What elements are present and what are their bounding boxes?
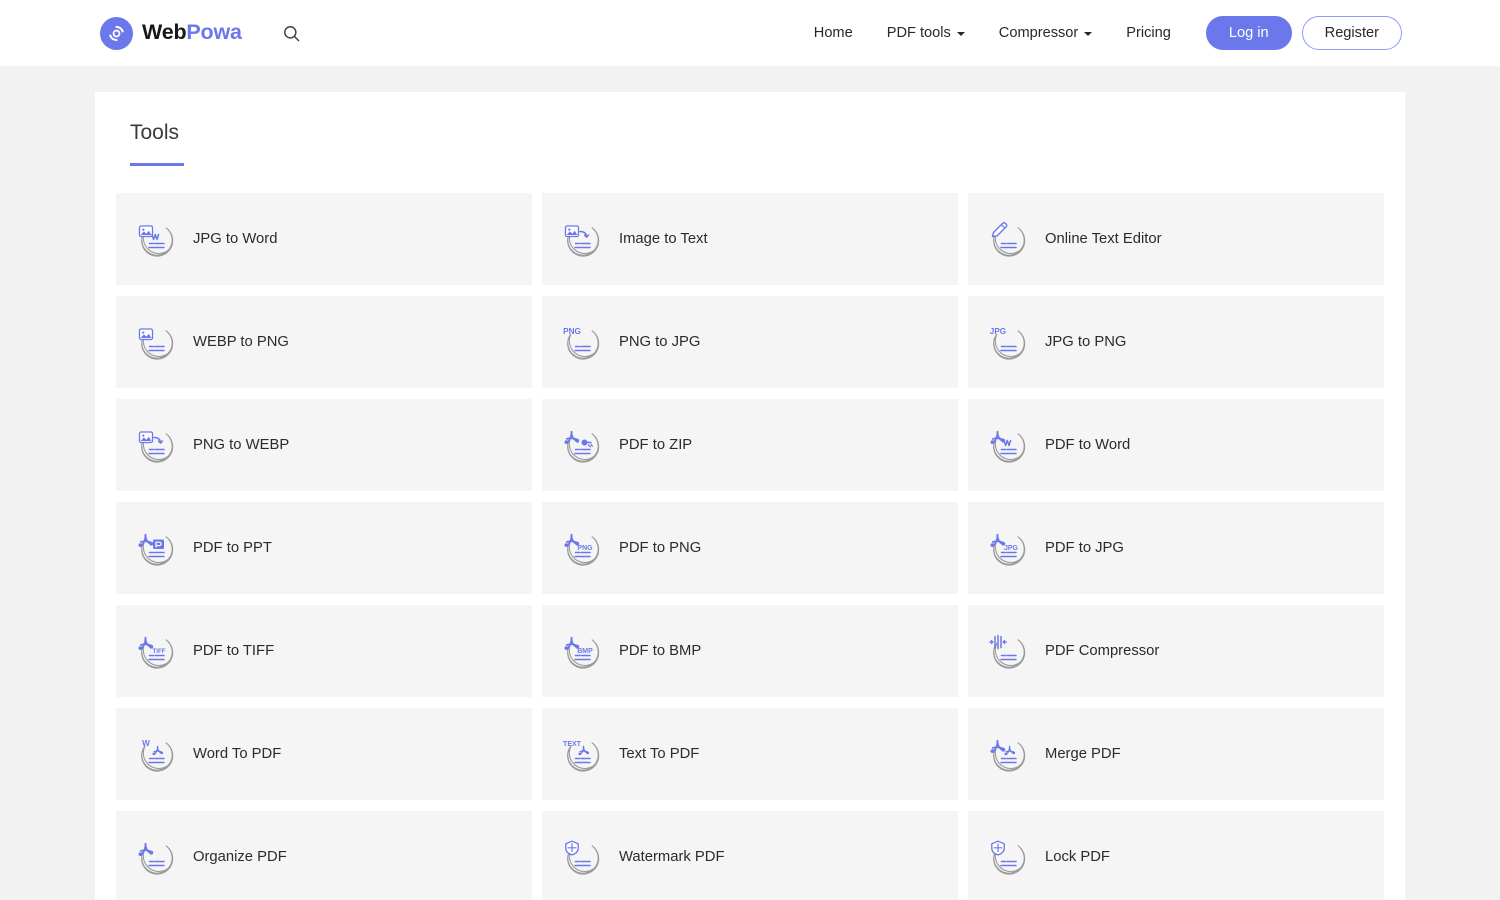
tool-card-text-to-pdf[interactable]: TEXT Text To PDF [542, 708, 958, 801]
pdf-to-ppt-icon [135, 526, 179, 570]
tool-card-label: PDF to JPG [1045, 540, 1124, 557]
tool-card-pdf-compressor[interactable]: PDF Compressor [968, 605, 1384, 698]
title-underline-accent [130, 163, 184, 167]
pdf-to-word-icon [987, 423, 1031, 467]
tool-card-merge-pdf[interactable]: Merge PDF [968, 708, 1384, 801]
tool-card-pdf-to-bmp[interactable]: BMP PDF to BMP [542, 605, 958, 698]
nav-pricing-label: Pricing [1126, 25, 1171, 41]
pdf-to-bmp-icon: BMP [561, 629, 605, 673]
svg-text:TEXT: TEXT [563, 741, 582, 748]
panel-heading-row: Tools [116, 114, 1384, 167]
watermark-pdf-icon [561, 835, 605, 879]
tool-card-label: PDF to Word [1045, 437, 1131, 454]
page-wrapper: Tools JPG to Word Image to Text Online Tex… [0, 66, 1500, 900]
tool-card-label: PNG to JPG [619, 334, 701, 351]
svg-text:BMP: BMP [577, 648, 593, 655]
nav-pdf-tools-label: PDF tools [886, 25, 951, 41]
page-title: Tools [130, 121, 180, 144]
tool-card-label: Organize PDF [193, 849, 287, 866]
chevron-down-icon [1084, 32, 1093, 36]
tool-card-pdf-to-zip[interactable]: PDF to ZIP [542, 399, 958, 492]
png-to-webp-icon [135, 423, 179, 467]
search-icon[interactable] [280, 21, 304, 45]
tool-card-pdf-to-word[interactable]: PDF to Word [968, 399, 1384, 492]
jpg-to-word-icon [135, 217, 179, 261]
tool-card-label: JPG to Word [193, 231, 278, 248]
tool-card-pdf-to-ppt[interactable]: PDF to PPT [116, 502, 532, 595]
tool-card-watermark-pdf[interactable]: Watermark PDF [542, 811, 958, 900]
merge-pdf-icon [987, 732, 1031, 776]
tool-card-jpg-to-png[interactable]: JPG JPG to PNG [968, 296, 1384, 389]
tool-card-label: Merge PDF [1045, 746, 1121, 763]
pdf-to-png-icon: PNG [561, 526, 605, 570]
webp-to-png-icon [135, 320, 179, 364]
brand-logo-link[interactable]: WebPowa [100, 16, 242, 50]
brand-text-web: Web [142, 20, 187, 45]
brand-text-powa: Powa [186, 20, 242, 45]
tool-card-label: PDF to TIFF [193, 643, 275, 660]
lock-pdf-icon [987, 835, 1031, 879]
svg-text:JPG: JPG [990, 327, 1006, 336]
nav-compressor-label: Compressor [998, 25, 1079, 41]
nav-home-label: Home [813, 25, 853, 41]
tool-card-label: PDF Compressor [1045, 643, 1160, 660]
tool-card-png-to-webp[interactable]: PNG to WEBP [116, 399, 532, 492]
circular-refresh-logo-icon [100, 16, 133, 50]
nav-pricing[interactable]: Pricing [1109, 17, 1188, 49]
register-button[interactable]: Register [1301, 16, 1402, 50]
tool-card-image-to-text[interactable]: Image to Text [542, 193, 958, 286]
tools-grid: JPG to Word Image to Text Online Text Edit… [116, 193, 1384, 900]
svg-text:TIFF: TIFF [152, 648, 165, 655]
nav-pdf-tools[interactable]: PDF tools [870, 17, 982, 49]
tool-card-png-to-jpg[interactable]: PNG PNG to JPG [542, 296, 958, 389]
tool-card-label: JPG to PNG [1045, 334, 1127, 351]
tools-panel: Tools JPG to Word Image to Text Online Tex… [95, 92, 1405, 900]
tool-card-label: Watermark PDF [619, 849, 725, 866]
tool-card-pdf-to-tiff[interactable]: TIFF PDF to TIFF [116, 605, 532, 698]
tool-card-lock-pdf[interactable]: Lock PDF [968, 811, 1384, 900]
pdf-to-zip-icon [561, 423, 605, 467]
tool-card-word-to-pdf[interactable]: W Word To PDF [116, 708, 532, 801]
tool-card-label: Image to Text [619, 231, 708, 248]
main-navigation: Home PDF tools Compressor Pricing Log in… [797, 16, 1402, 50]
nav-home[interactable]: Home [797, 17, 870, 49]
tool-card-label: WEBP to PNG [193, 334, 289, 351]
tool-card-label: Online Text Editor [1045, 231, 1162, 248]
jpg-to-png-icon: JPG [987, 320, 1031, 364]
svg-text:JPG: JPG [1004, 545, 1019, 552]
word-to-pdf-icon: W [135, 732, 179, 776]
nav-compressor[interactable]: Compressor [982, 17, 1109, 49]
text-to-pdf-icon: TEXT [561, 732, 605, 776]
tool-card-label: PDF to ZIP [619, 437, 693, 454]
svg-text:W: W [142, 739, 150, 748]
brand-text: WebPowa [142, 22, 242, 44]
tool-card-label: PDF to PNG [619, 540, 702, 557]
tool-card-online-text-editor[interactable]: Online Text Editor [968, 193, 1384, 286]
online-text-editor-icon [987, 217, 1031, 261]
tool-card-label: PDF to BMP [619, 643, 702, 660]
tool-card-organize-pdf[interactable]: Organize PDF [116, 811, 532, 900]
svg-text:PNG: PNG [577, 545, 593, 552]
png-to-jpg-icon: PNG [561, 320, 605, 364]
tool-card-label: PNG to WEBP [193, 437, 290, 454]
pdf-compressor-icon [987, 629, 1031, 673]
tool-card-label: Text To PDF [619, 746, 700, 763]
tool-card-webp-to-png[interactable]: WEBP to PNG [116, 296, 532, 389]
tool-card-jpg-to-word[interactable]: JPG to Word [116, 193, 532, 286]
pdf-to-jpg-icon: JPG [987, 526, 1031, 570]
organize-pdf-icon [135, 835, 179, 879]
tool-card-label: Lock PDF [1045, 849, 1110, 866]
image-to-text-icon [561, 217, 605, 261]
tool-card-label: PDF to PPT [193, 540, 272, 557]
pdf-to-tiff-icon: TIFF [135, 629, 179, 673]
svg-text:PNG: PNG [563, 327, 581, 336]
tool-card-pdf-to-jpg[interactable]: JPG PDF to JPG [968, 502, 1384, 595]
site-header: WebPowa Home PDF tools Compressor Pricin… [0, 0, 1500, 66]
login-button[interactable]: Log in [1205, 16, 1292, 50]
tool-card-pdf-to-png[interactable]: PNG PDF to PNG [542, 502, 958, 595]
tool-card-label: Word To PDF [193, 746, 282, 763]
chevron-down-icon [956, 32, 965, 36]
header-left-group: WebPowa [100, 16, 304, 50]
